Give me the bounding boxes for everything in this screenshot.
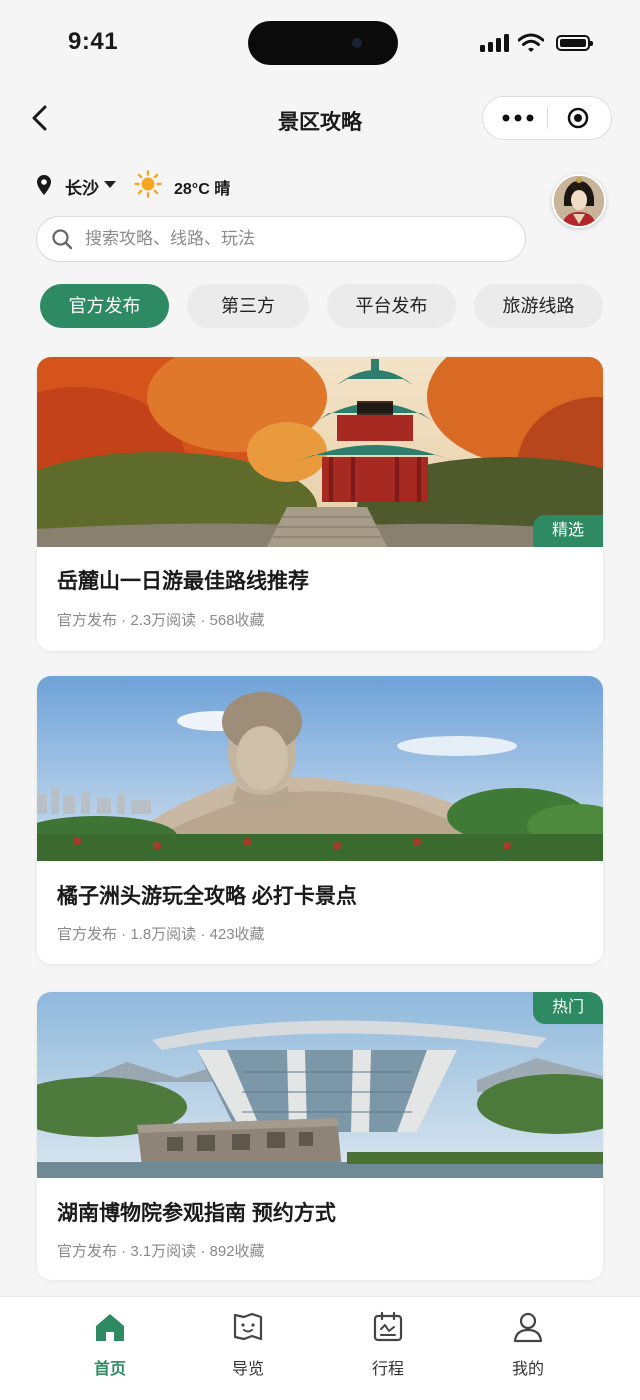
nav-item-itinerary[interactable]: 行程: [348, 1309, 428, 1379]
article-meta: 官方发布 · 1.8万阅读 · 423收藏: [57, 926, 265, 943]
tab-routes[interactable]: 旅游线路: [474, 284, 603, 328]
article-meta: 官方发布 · 2.3万阅读 · 568收藏: [57, 612, 265, 629]
profile-icon: [513, 1312, 543, 1343]
search-bar[interactable]: [36, 216, 526, 262]
camera-dot: [352, 38, 362, 48]
search-input[interactable]: [85, 225, 505, 253]
avatar[interactable]: [552, 174, 606, 228]
bottom-tab-bar: 首页 导览 行程 我的: [0, 1296, 640, 1400]
search-icon: [52, 229, 73, 250]
nav-item-profile[interactable]: 我的: [488, 1309, 568, 1379]
more-dots-icon[interactable]: [501, 109, 535, 127]
nav-item-label: 导览: [231, 1361, 264, 1378]
nav-item-home[interactable]: 首页: [70, 1309, 150, 1379]
location-pin-icon: [37, 175, 51, 195]
itinerary-icon: [373, 1311, 403, 1342]
city-selector[interactable]: 长沙: [65, 174, 99, 199]
article-cover-image: [37, 676, 603, 861]
tab-platform[interactable]: 平台发布: [327, 284, 456, 328]
chevron-down-icon[interactable]: [104, 181, 116, 188]
tab-official[interactable]: 官方发布: [40, 284, 169, 328]
dynamic-island: [248, 21, 398, 65]
article-cover-image: [37, 992, 603, 1178]
article-title: 岳麓山一日游最佳路线推荐: [57, 570, 309, 593]
cellular-signal-icon: [480, 34, 510, 52]
article-meta: 官方发布 · 3.1万阅读 · 892收藏: [57, 1243, 265, 1260]
article-card[interactable]: 精选 岳麓山一日游最佳路线推荐 官方发布 · 2.3万阅读 · 568收藏: [37, 357, 603, 651]
hot-badge: 热门: [533, 992, 603, 1024]
map-guide-icon: [233, 1312, 263, 1341]
nav-item-label: 行程: [371, 1361, 404, 1378]
avatar-portrait: [554, 176, 604, 226]
capsule-divider: [547, 107, 548, 129]
featured-badge: 精选: [533, 515, 603, 547]
weather-text: 28°C 晴: [174, 181, 231, 198]
home-icon: [96, 1314, 124, 1341]
nav-item-label: 首页: [93, 1361, 126, 1378]
article-card[interactable]: 橘子洲头游玩全攻略 必打卡景点 官方发布 · 1.8万阅读 · 423收藏: [37, 676, 603, 964]
sun-icon: [134, 170, 162, 198]
close-target-icon[interactable]: [567, 107, 589, 129]
nav-item-label: 我的: [511, 1361, 544, 1378]
mini-program-capsule: [482, 96, 612, 140]
article-title: 湖南博物院参观指南 预约方式: [57, 1202, 336, 1225]
battery-icon: [556, 35, 593, 51]
article-cover-image: [37, 357, 603, 547]
article-card[interactable]: 热门 湖南博物院参观指南 预约方式 官方发布 · 3.1万阅读 · 892收藏: [37, 992, 603, 1280]
nav-item-guide[interactable]: 导览: [208, 1309, 288, 1379]
status-time: 9:41: [68, 28, 119, 55]
wifi-icon: [518, 33, 544, 52]
tab-third-party[interactable]: 第三方: [187, 284, 309, 328]
article-title: 橘子洲头游玩全攻略 必打卡景点: [57, 885, 357, 908]
